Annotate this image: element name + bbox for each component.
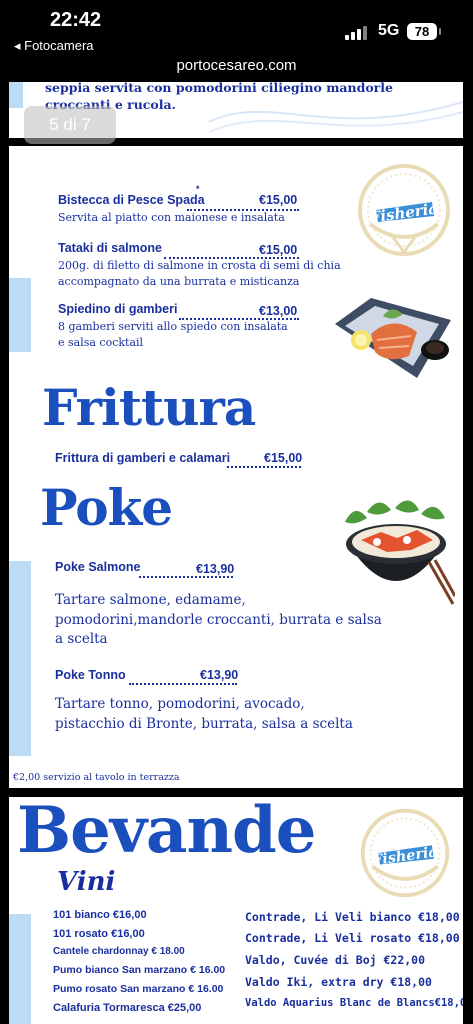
menu-item-description: Tartare tonno, pomodorini, avocado, — [55, 696, 305, 712]
wine-item: Valdo Aquarius Blanc de Blancs€18,00 — [245, 997, 463, 1009]
menu-item-description: e salsa cocktail — [58, 336, 144, 349]
back-to-app-link[interactable]: ◂ Fotocamera — [14, 38, 94, 54]
wine-item: Pumo rosato San marzano € 16.00 — [53, 983, 224, 995]
menu-item-name: Spiedino di gamberi — [58, 302, 178, 316]
url-bar[interactable]: portocesareo.com — [0, 57, 473, 74]
menu-item-price: €13,00 — [259, 304, 298, 318]
wine-item: Calafuria Tormaresca €25,00 — [53, 1002, 202, 1014]
dotted-leader — [227, 466, 301, 468]
cellular-signal-icon — [345, 24, 369, 40]
section-title-poke: Poke — [40, 478, 173, 537]
wine-item: 101 bianco €16,00 — [53, 909, 147, 921]
wine-item: Cantele chardonnay € 18.00 — [53, 946, 185, 957]
fisheria-logo-icon: Fisheria — [358, 164, 450, 256]
section-subtitle-vini: Vini — [57, 867, 116, 897]
menu-item-description: accompagnato da una burrata e misticanza — [58, 275, 300, 288]
menu-item-description: pistacchio di Bronte, burrata, salsa a s… — [55, 716, 353, 732]
pdf-page-bevande: Bevande Vini Fisheria 101 bianco €16,00 … — [9, 797, 463, 1024]
menu-item-description: Servita al piatto con maionese e insalat… — [58, 211, 285, 224]
page-indicator: 5 di 7 — [24, 106, 116, 144]
menu-item-name: Bistecca di Pesce Spada — [58, 193, 205, 207]
menu-item-name: Poke Tonno — [55, 668, 126, 682]
wine-item: Contrade, Li Veli bianco €18,00 — [245, 910, 460, 924]
wine-item: Pumo bianco San marzano € 16.00 — [53, 964, 226, 976]
section-title-bevande: Bevande — [17, 797, 316, 868]
menu-item-name: Poke Salmone — [55, 560, 141, 574]
menu-item-description: pomodorini,mandorle croccanti, burrata e… — [55, 612, 382, 628]
section-title-frittura: Frittura — [42, 378, 256, 437]
decorative-stripe — [9, 82, 23, 108]
poke-bowl-image — [345, 500, 455, 605]
decorative-stripe — [9, 278, 31, 352]
fisheria-logo-icon: Fisheria — [360, 808, 450, 898]
menu-item-price: €13,90 — [200, 668, 239, 682]
menu-item-name: Frittura di gamberi e calamari — [55, 451, 231, 465]
menu-item-price: €15,00 — [264, 451, 303, 465]
item-marker: * — [196, 184, 200, 194]
wine-item: Contrade, Li Veli rosato €18,00 — [245, 931, 460, 945]
menu-item-description: a scelta — [55, 631, 108, 647]
dotted-leader — [139, 576, 233, 578]
status-bar: 22:42 ◂ Fotocamera 5G 78 portocesareo.co… — [0, 0, 473, 82]
decorative-stripe — [9, 914, 31, 1024]
menu-item-description: 8 gamberi serviti allo spiedo con insala… — [58, 320, 288, 333]
wine-item: 101 rosato €16,00 — [53, 928, 145, 940]
menu-item-description: Tartare salmone, edamame, — [55, 592, 246, 608]
grilled-salmon-image — [335, 298, 451, 378]
menu-item-price: €15,00 — [259, 243, 298, 257]
menu-item-description: 200g. di filetto di salmone in crosta di… — [58, 259, 341, 272]
service-footnote: €2,00 servizio al tavolo in terrazza — [13, 772, 180, 783]
clock: 22:42 — [50, 9, 102, 31]
menu-item-price: €13,90 — [196, 562, 235, 576]
menu-item-name: Tataki di salmone — [58, 241, 162, 255]
wine-item: Valdo, Cuvée di Boj €22,00 — [245, 953, 426, 967]
dotted-leader — [129, 683, 237, 685]
battery-icon: 78 — [407, 23, 441, 40]
network-type: 5G — [378, 22, 400, 39]
menu-item-price: €15,00 — [259, 193, 298, 207]
wine-item: Valdo Iki, extra dry €18,00 — [245, 975, 432, 989]
pdf-page-menu: Fisheria Bistecca di Pesce Spada * €15,0… — [9, 146, 463, 788]
decorative-stripe — [9, 561, 31, 756]
